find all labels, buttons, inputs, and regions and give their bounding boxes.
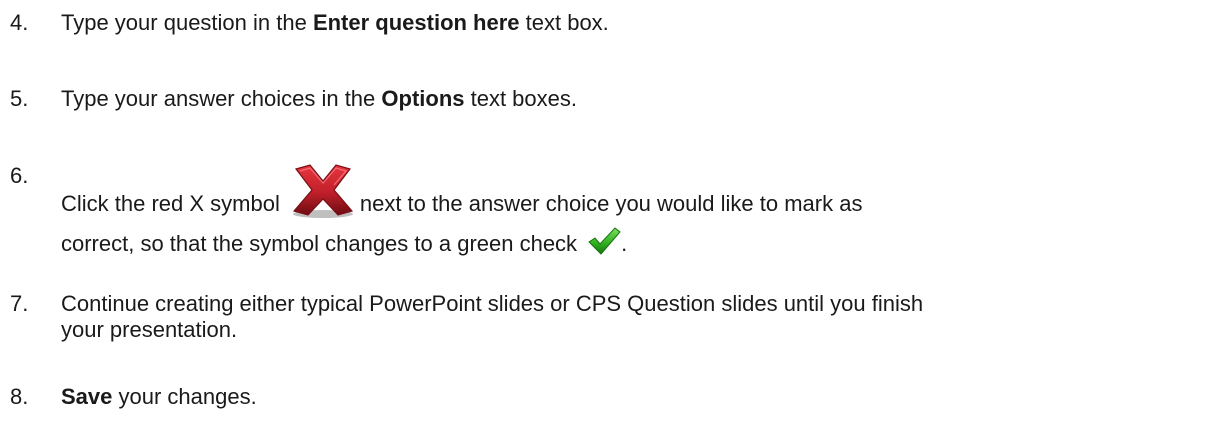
green-check-icon: [588, 227, 621, 255]
ui-label-save: Save: [61, 384, 113, 409]
step-text-prefix: Type your question in the: [61, 10, 313, 35]
red-x-icon: [292, 164, 353, 218]
step-text-line1: Continue creating either typical PowerPo…: [61, 291, 924, 316]
step-number: 8.: [10, 384, 29, 409]
step-text: Type your answer choices in the Options …: [61, 86, 1210, 112]
step-text-line2: correct, so that the symbol changes to a…: [61, 231, 578, 256]
ui-label-options: Options: [381, 86, 465, 111]
step-number: 4.: [10, 10, 29, 35]
step-text: Continue creating either typical PowerPo…: [61, 291, 1210, 343]
step-6: 6. Click the red X symbol next to the an…: [0, 163, 1210, 259]
step-number: 7.: [10, 291, 29, 316]
step-number: 5.: [10, 86, 29, 111]
step-text-prefix: Click the red X symbol: [61, 191, 280, 216]
step-text-end: .: [621, 231, 628, 256]
step-text: Save your changes.: [61, 384, 1210, 410]
ui-label-enter-question-here: Enter question here: [312, 10, 520, 35]
step-text: Click the red X symbol next to the answe…: [61, 163, 1210, 256]
step-text-suffix: your changes.: [112, 384, 257, 409]
step-text-suffix: text boxes.: [464, 86, 578, 111]
step-text-line2: your presentation.: [61, 317, 238, 342]
step-text-suffix: text box.: [519, 10, 609, 35]
step-text-prefix: Type your answer choices in the: [61, 86, 382, 111]
step-number: 6.: [10, 163, 29, 188]
step-text-after-icon: next to the answer choice you would like…: [359, 191, 863, 216]
step-text: Type your question in the Enter question…: [61, 10, 1210, 36]
